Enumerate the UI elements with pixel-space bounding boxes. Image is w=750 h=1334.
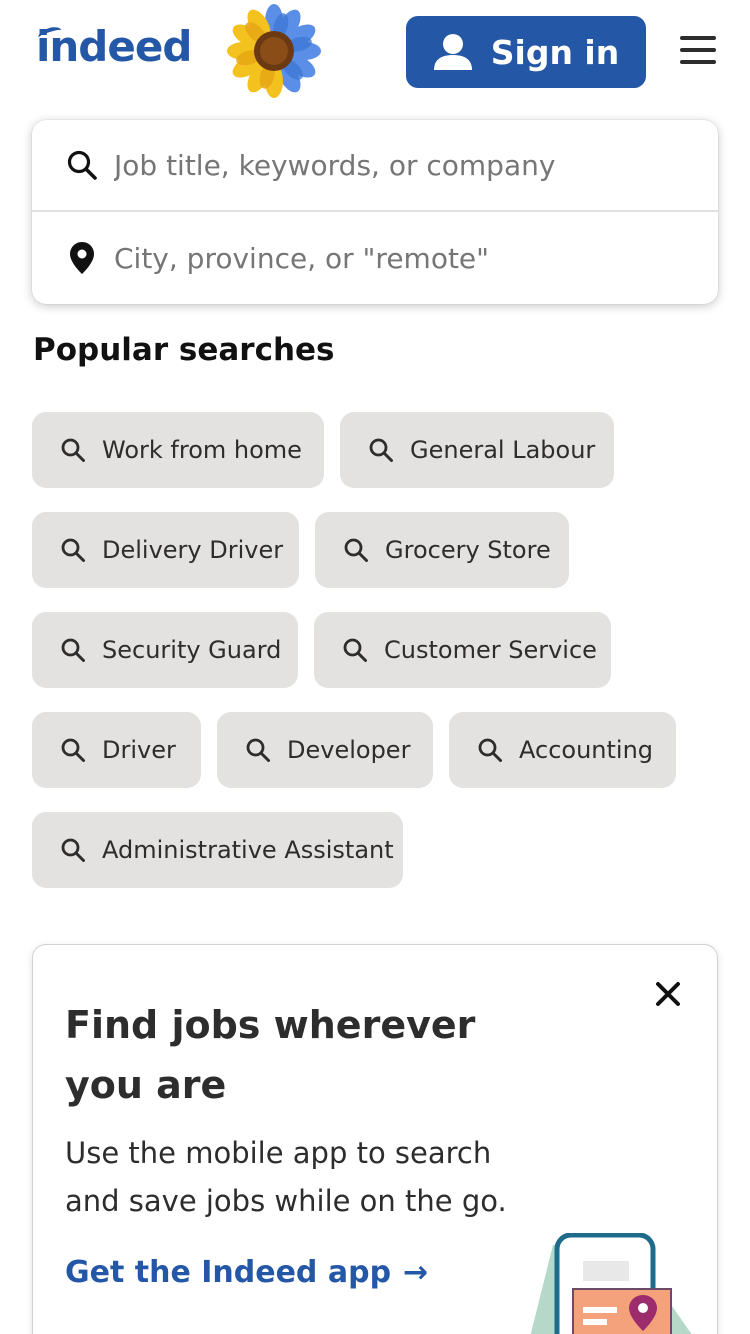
- sign-in-button[interactable]: Sign in: [406, 16, 646, 88]
- sign-in-label: Sign in: [490, 32, 620, 72]
- close-icon[interactable]: [653, 979, 683, 1009]
- phone-illustration: [530, 1233, 692, 1334]
- search-icon: [60, 837, 86, 863]
- search-icon: [58, 149, 106, 181]
- app-promo-card: Find jobs wherever you are Use the mobil…: [32, 944, 718, 1334]
- header: indeed Sign in: [0, 0, 750, 104]
- search-icon: [368, 437, 394, 463]
- search-icon: [245, 737, 271, 763]
- popular-search-chip[interactable]: Administrative Assistant: [32, 812, 403, 888]
- popular-search-chip[interactable]: Accounting: [449, 712, 676, 788]
- chip-label: Delivery Driver: [102, 536, 284, 564]
- chip-label: Developer: [287, 736, 411, 764]
- location-pin-icon: [58, 241, 106, 275]
- popular-search-chip[interactable]: Driver: [32, 712, 201, 788]
- sunflower-icon: [227, 4, 321, 98]
- search-icon: [343, 537, 369, 563]
- search-icon: [60, 737, 86, 763]
- where-input[interactable]: [114, 241, 694, 275]
- user-icon: [433, 34, 472, 70]
- chip-label: Security Guard: [102, 636, 282, 664]
- search-icon: [60, 537, 86, 563]
- popular-search-chip[interactable]: General Labour: [340, 412, 614, 488]
- chip-label: Work from home: [102, 436, 302, 464]
- hamburger-menu-icon[interactable]: [680, 36, 716, 66]
- chip-label: Grocery Store: [385, 536, 551, 564]
- search-icon: [60, 637, 86, 663]
- indeed-logo[interactable]: indeed: [36, 22, 192, 71]
- chip-label: Administrative Assistant: [102, 836, 394, 864]
- get-app-label: Get the Indeed app: [65, 1255, 392, 1290]
- popular-search-chip[interactable]: Grocery Store: [315, 512, 569, 588]
- popular-search-chip[interactable]: Delivery Driver: [32, 512, 299, 588]
- search-icon: [60, 437, 86, 463]
- search-form: [32, 120, 718, 304]
- where-row: [32, 212, 718, 304]
- arrow-right-icon: →: [403, 1255, 429, 1290]
- popular-search-chip[interactable]: Security Guard: [32, 612, 298, 688]
- what-row: [32, 120, 718, 212]
- popular-searches-heading: Popular searches: [33, 332, 335, 368]
- chip-label: General Labour: [410, 436, 596, 464]
- search-icon: [342, 637, 368, 663]
- promo-title: Find jobs wherever you are: [65, 1003, 476, 1107]
- chip-label: Accounting: [519, 736, 654, 764]
- promo-body: Use the mobile app to search and save jo…: [65, 1136, 507, 1218]
- popular-search-chip[interactable]: Customer Service: [314, 612, 611, 688]
- popular-search-chip[interactable]: Work from home: [32, 412, 324, 488]
- what-input[interactable]: [114, 148, 694, 182]
- search-icon: [477, 737, 503, 763]
- chip-label: Driver: [102, 736, 176, 764]
- get-app-link[interactable]: Get the Indeed app →: [65, 1255, 428, 1290]
- chip-label: Customer Service: [384, 636, 597, 664]
- popular-search-chip[interactable]: Developer: [217, 712, 433, 788]
